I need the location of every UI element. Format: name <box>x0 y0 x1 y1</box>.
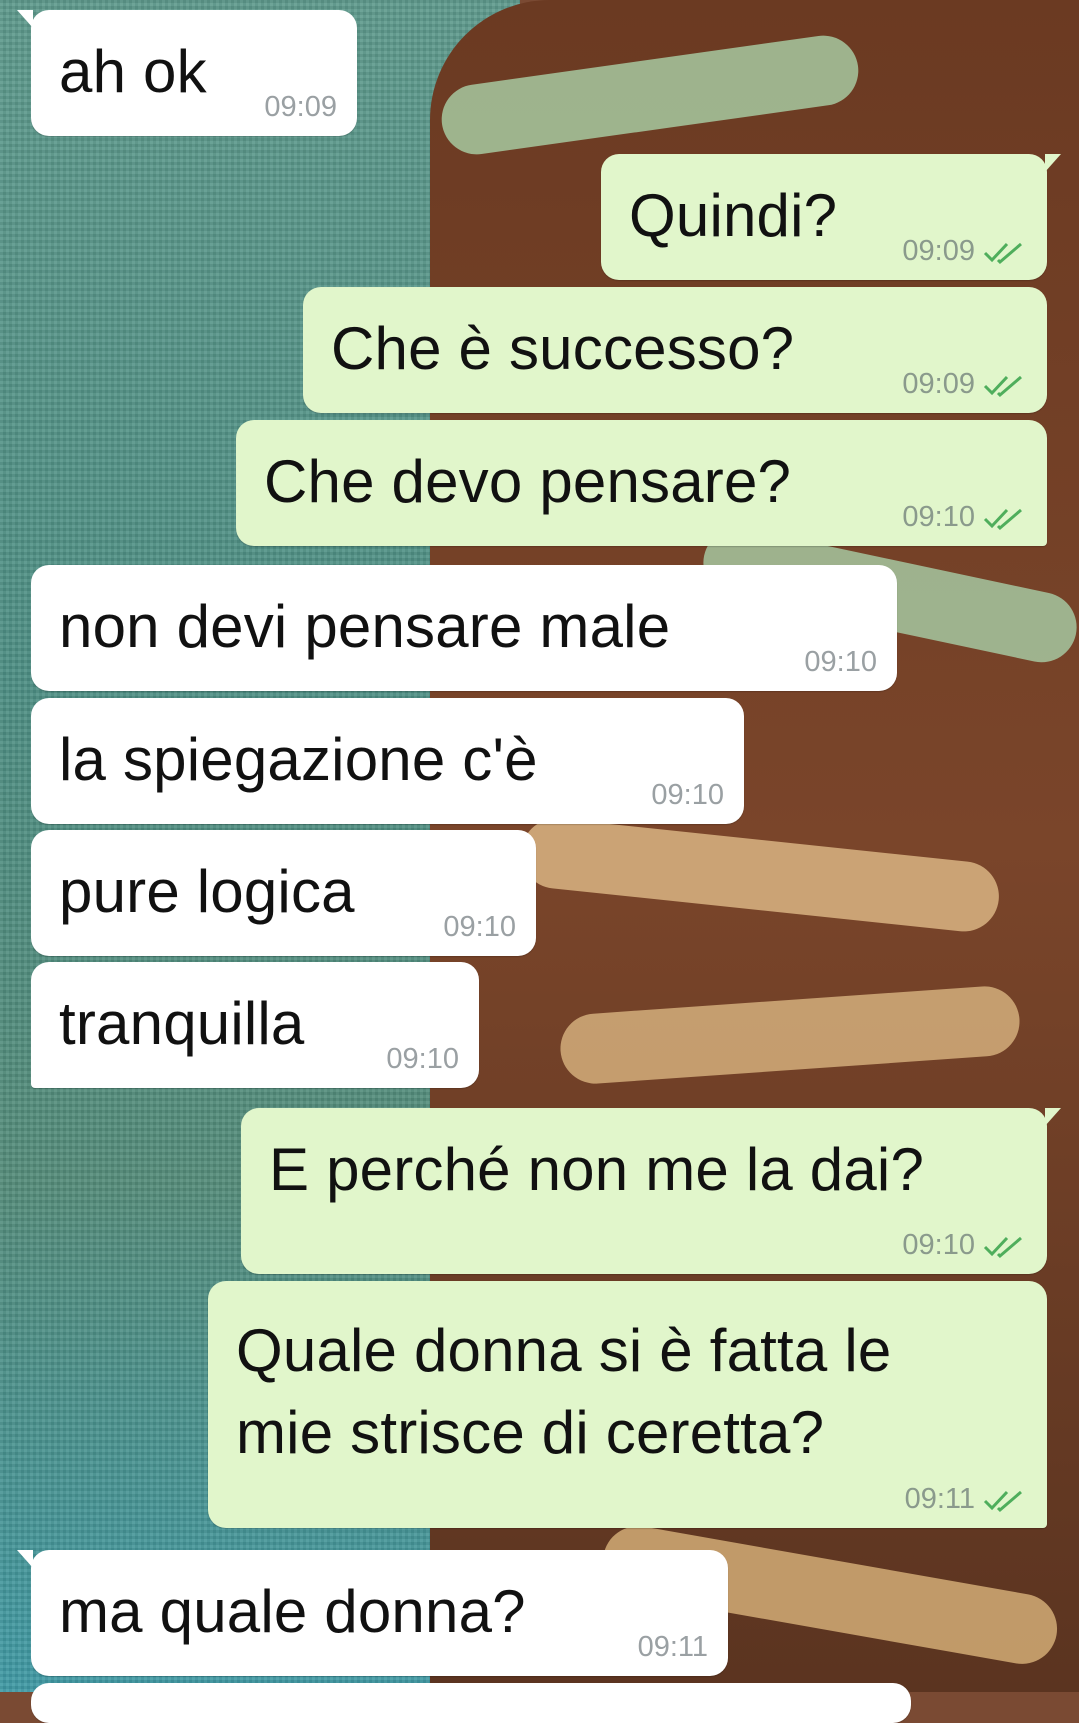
message-time: 09:10 <box>804 646 877 678</box>
message-time: 09:11 <box>637 1631 708 1663</box>
message-text: Che è successo? <box>331 315 795 382</box>
message-time: 09:10 <box>386 1043 459 1075</box>
message-text-line-2: mie strisce di ceretta? <box>236 1399 825 1466</box>
message-time: 09:11 <box>904 1483 975 1515</box>
message-time: 09:10 <box>651 779 724 811</box>
message-text: E perché non me la dai? <box>269 1136 925 1203</box>
message-incoming-partial[interactable] <box>31 1683 911 1723</box>
message-incoming[interactable]: pure logica 09:10 <box>31 830 536 956</box>
message-meta: 09:10 <box>443 911 516 944</box>
message-meta: 09:09 <box>264 91 337 124</box>
message-text: Quindi? <box>629 182 838 249</box>
double-check-icon <box>983 1487 1027 1513</box>
message-incoming[interactable]: tranquilla 09:10 <box>31 962 479 1088</box>
message-incoming[interactable]: la spiegazione c'è 09:10 <box>31 698 744 824</box>
message-meta: 09:09 <box>902 235 1027 268</box>
message-meta: 09:10 <box>386 1043 459 1076</box>
message-outgoing[interactable]: Che è successo? 09:09 <box>303 287 1047 413</box>
message-outgoing[interactable]: E perché non me la dai? 09:10 <box>241 1108 1061 1274</box>
message-text: pure logica <box>59 858 355 925</box>
message-meta: 09:11 <box>905 1483 1027 1516</box>
message-meta: 09:11 <box>638 1631 708 1664</box>
message-meta: 09:10 <box>902 501 1027 534</box>
message-meta: 09:09 <box>902 368 1027 401</box>
message-time: 09:10 <box>902 1229 975 1261</box>
message-text: ah ok <box>59 38 207 105</box>
message-meta: 09:10 <box>651 779 724 812</box>
message-time: 09:10 <box>902 501 975 533</box>
message-outgoing[interactable]: Che devo pensare? 09:10 <box>236 420 1047 546</box>
message-meta: 09:10 <box>902 1229 1027 1262</box>
message-outgoing[interactable]: Quale donna si è fatta le mie strisce di… <box>208 1281 1047 1528</box>
message-time: 09:10 <box>443 911 516 943</box>
message-incoming[interactable]: ah ok 09:09 <box>17 10 357 136</box>
message-incoming[interactable]: ma quale donna? 09:11 <box>17 1550 728 1676</box>
message-text: Che devo pensare? <box>264 448 792 515</box>
message-text: la spiegazione c'è <box>59 726 538 793</box>
message-text: non devi pensare male <box>59 593 671 660</box>
message-time: 09:09 <box>902 368 975 400</box>
message-text: ma quale donna? <box>59 1578 526 1645</box>
message-incoming[interactable]: non devi pensare male 09:10 <box>31 565 897 691</box>
double-check-icon <box>983 372 1027 398</box>
message-time: 09:09 <box>264 91 337 123</box>
double-check-icon <box>983 1233 1027 1259</box>
double-check-icon <box>983 505 1027 531</box>
message-text: tranquilla <box>59 990 305 1057</box>
double-check-icon <box>983 239 1027 265</box>
message-meta: 09:10 <box>804 646 877 679</box>
message-outgoing[interactable]: Quindi? 09:09 <box>601 154 1061 280</box>
message-time: 09:09 <box>902 235 975 267</box>
message-text-line-1: Quale donna si è fatta le <box>236 1317 892 1384</box>
